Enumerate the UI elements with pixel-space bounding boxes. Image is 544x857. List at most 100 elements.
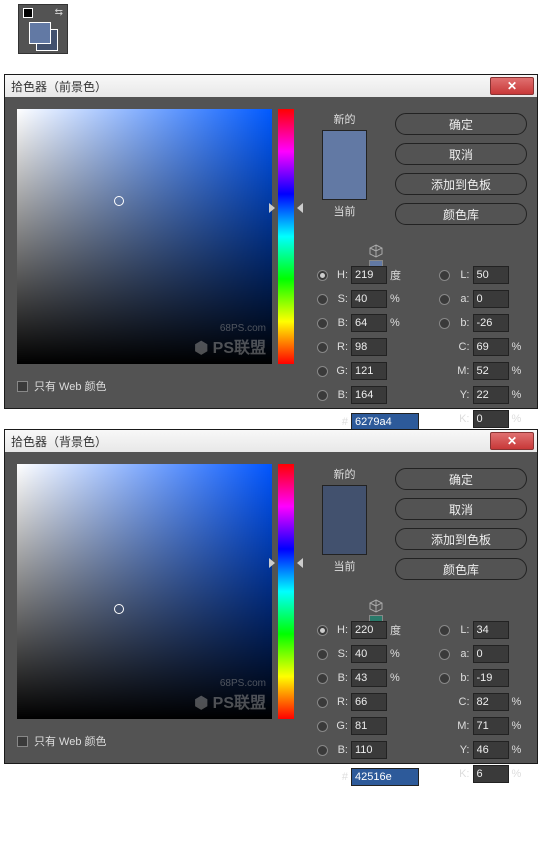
blue-radio[interactable] (317, 745, 328, 756)
hue-handle-left[interactable] (269, 203, 275, 213)
m-label: M: (454, 720, 470, 732)
g-input[interactable] (351, 717, 387, 735)
bval-input[interactable] (351, 314, 387, 332)
r-input[interactable] (351, 693, 387, 711)
color-marker[interactable] (114, 196, 124, 206)
l-radio[interactable] (439, 625, 450, 636)
web-only-label: 只有 Web 颜色 (34, 378, 107, 394)
cancel-button[interactable]: 取消 (395, 143, 527, 165)
y-input[interactable] (473, 386, 509, 404)
a-input[interactable] (473, 290, 509, 308)
l-label: L: (454, 624, 470, 636)
h-label: H: (332, 269, 348, 281)
c-input[interactable] (473, 338, 509, 356)
close-icon: ✕ (507, 434, 517, 448)
cube-icon[interactable] (369, 599, 383, 613)
saturation-field[interactable]: 68PS.com⬢ PS联盟 (17, 464, 272, 719)
lab-b-radio[interactable] (439, 673, 450, 684)
cube-icon[interactable] (369, 244, 383, 258)
add-swatch-button[interactable]: 添加到色板 (395, 173, 527, 195)
current-color-swatch[interactable] (323, 520, 366, 554)
hue-handle-right[interactable] (297, 558, 303, 568)
k-input[interactable] (473, 410, 509, 428)
a-radio[interactable] (439, 649, 450, 660)
web-only-label: 只有 Web 颜色 (34, 733, 107, 749)
g-input[interactable] (351, 362, 387, 380)
h-radio[interactable] (317, 625, 328, 636)
titlebar[interactable]: 拾色器（背景色） ✕ (5, 430, 537, 452)
lab-b-label: b: (454, 672, 470, 684)
watermark: 68PS.com⬢ PS联盟 (194, 323, 266, 358)
lab-b-input[interactable] (473, 314, 509, 332)
dialog-title: 拾色器（前景色） (11, 78, 107, 95)
g-radio[interactable] (317, 721, 328, 732)
c-label: C: (454, 696, 470, 708)
blue-radio[interactable] (317, 390, 328, 401)
k-label: K: (454, 768, 470, 780)
hue-handle-left[interactable] (269, 558, 275, 568)
r-radio[interactable] (317, 342, 328, 353)
new-color-swatch (323, 486, 366, 520)
current-label: 当前 (333, 558, 355, 574)
hue-slider[interactable] (278, 464, 294, 719)
s-radio[interactable] (317, 649, 328, 660)
a-radio[interactable] (439, 294, 450, 305)
h-label: H: (332, 624, 348, 636)
y-input[interactable] (473, 741, 509, 759)
s-input[interactable] (351, 645, 387, 663)
m-input[interactable] (473, 362, 509, 380)
hex-input[interactable] (351, 768, 419, 786)
k-input[interactable] (473, 765, 509, 783)
swap-colors-icon[interactable]: ⇆ (55, 7, 63, 18)
r-input[interactable] (351, 338, 387, 356)
close-icon: ✕ (507, 79, 517, 93)
y-label: Y: (454, 744, 470, 756)
color-marker[interactable] (114, 604, 124, 614)
saturation-field[interactable]: 68PS.com⬢ PS联盟 (17, 109, 272, 364)
current-label: 当前 (333, 203, 355, 219)
blue-input[interactable] (351, 741, 387, 759)
bval-input[interactable] (351, 669, 387, 687)
current-color-swatch[interactable] (323, 165, 366, 199)
r-radio[interactable] (317, 697, 328, 708)
foreground-swatch[interactable] (29, 22, 51, 44)
s-input[interactable] (351, 290, 387, 308)
web-only-checkbox[interactable] (17, 381, 28, 392)
hue-slider[interactable] (278, 109, 294, 364)
m-label: M: (454, 365, 470, 377)
add-swatch-button[interactable]: 添加到色板 (395, 528, 527, 550)
r-label: R: (332, 696, 348, 708)
lab-b-input[interactable] (473, 669, 509, 687)
watermark: 68PS.com⬢ PS联盟 (194, 678, 266, 713)
c-input[interactable] (473, 693, 509, 711)
default-colors-icon[interactable] (23, 8, 33, 18)
ok-button[interactable]: 确定 (395, 113, 527, 135)
l-input[interactable] (473, 621, 509, 639)
b-radio[interactable] (317, 318, 328, 329)
hue-handle-right[interactable] (297, 203, 303, 213)
lab-b-radio[interactable] (439, 318, 450, 329)
m-input[interactable] (473, 717, 509, 735)
blue-input[interactable] (351, 386, 387, 404)
color-library-button[interactable]: 颜色库 (395, 558, 527, 580)
a-input[interactable] (473, 645, 509, 663)
a-label: a: (454, 293, 470, 305)
h-input[interactable] (351, 621, 387, 639)
web-only-checkbox[interactable] (17, 736, 28, 747)
lab-b-label: b: (454, 317, 470, 329)
titlebar[interactable]: 拾色器（前景色） ✕ (5, 75, 537, 97)
cancel-button[interactable]: 取消 (395, 498, 527, 520)
l-input[interactable] (473, 266, 509, 284)
color-library-button[interactable]: 颜色库 (395, 203, 527, 225)
g-label: G: (332, 365, 348, 377)
close-button[interactable]: ✕ (490, 77, 534, 95)
fg-bg-color-tool[interactable]: ⇆ (18, 4, 68, 54)
h-input[interactable] (351, 266, 387, 284)
b-radio[interactable] (317, 673, 328, 684)
g-radio[interactable] (317, 366, 328, 377)
close-button[interactable]: ✕ (490, 432, 534, 450)
ok-button[interactable]: 确定 (395, 468, 527, 490)
h-radio[interactable] (317, 270, 328, 281)
s-radio[interactable] (317, 294, 328, 305)
l-radio[interactable] (439, 270, 450, 281)
